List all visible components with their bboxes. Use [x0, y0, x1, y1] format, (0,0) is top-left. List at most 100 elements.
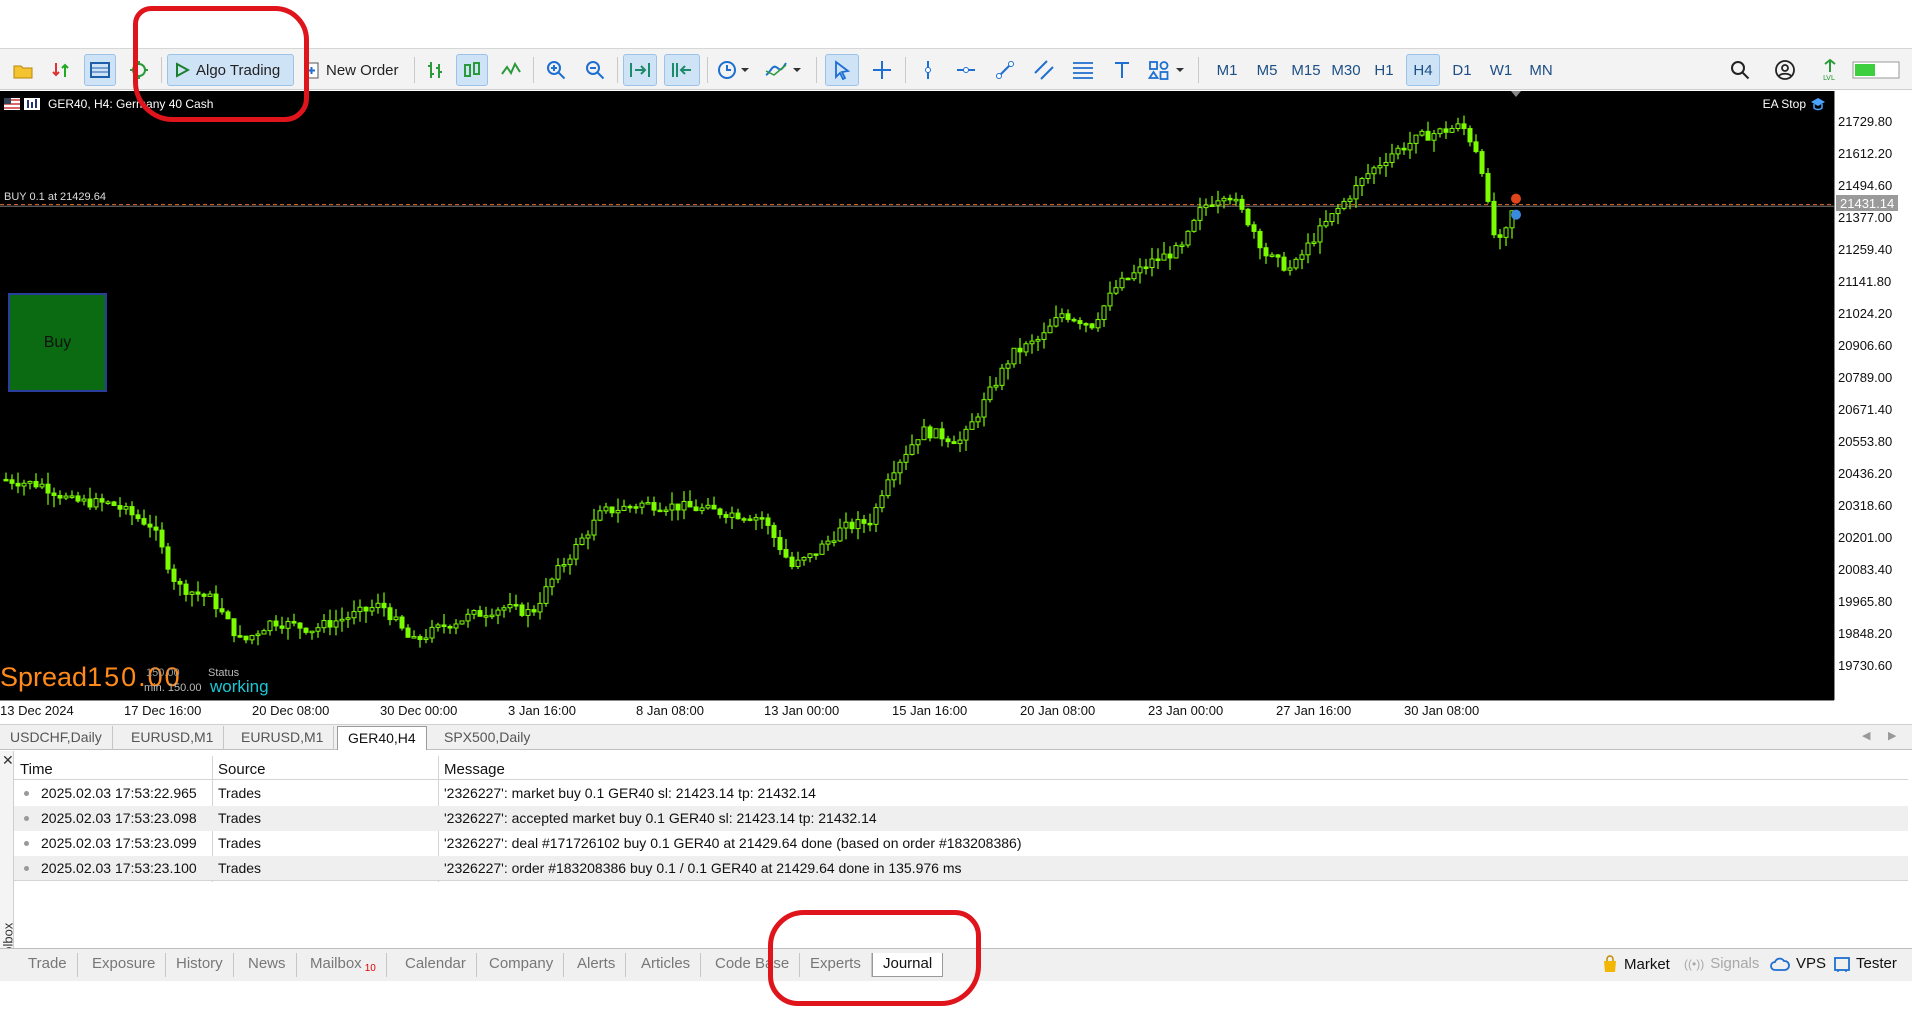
- horizontal-line-icon[interactable]: [951, 54, 981, 86]
- candle: [1113, 279, 1119, 295]
- fibonacci-icon[interactable]: [1068, 54, 1098, 86]
- cursor-tool-icon[interactable]: [825, 54, 859, 86]
- signal-strength-icon[interactable]: LVL: [1815, 54, 1845, 86]
- deal-marker-icon[interactable]: [1511, 209, 1521, 220]
- chart-tab-spx500-daily[interactable]: SPX500,Daily: [434, 726, 540, 750]
- candle: [45, 472, 51, 505]
- candle: [1179, 241, 1185, 254]
- chart-tab-eurusd-m1-2[interactable]: EURUSD,M1: [231, 726, 335, 750]
- status-value: working: [210, 677, 269, 696]
- log-dot-icon: [24, 866, 29, 871]
- chart-tab-ger40-h4[interactable]: GER40,H4: [337, 726, 427, 750]
- journal-row[interactable]: 2025.02.03 17:53:23.098 Trades '2326227'…: [14, 806, 1908, 831]
- journal-row[interactable]: 2025.02.03 17:53:23.099 Trades '2326227'…: [14, 831, 1908, 856]
- graduation-cap-icon: [1811, 98, 1825, 111]
- tab-news[interactable]: News: [238, 953, 297, 977]
- timeframe-h4[interactable]: H4: [1406, 54, 1440, 86]
- clock-icon: [718, 61, 749, 79]
- signals-button[interactable]: ((•)) Signals: [1684, 955, 1759, 972]
- price-label: 20083.40: [1838, 562, 1893, 577]
- time-label: 15 Jan 16:00: [892, 703, 968, 718]
- tab-alerts[interactable]: Alerts: [567, 953, 627, 977]
- column-header-source[interactable]: Source: [218, 761, 266, 778]
- candle: [369, 599, 375, 616]
- candle: [177, 578, 183, 596]
- timeframe-mn[interactable]: MN: [1522, 54, 1560, 86]
- timeframe-m30[interactable]: M30: [1327, 54, 1365, 86]
- line-chart-icon[interactable]: [496, 54, 526, 86]
- tab-history[interactable]: History: [166, 953, 234, 977]
- candle: [741, 516, 747, 523]
- zoom-out-icon[interactable]: [580, 54, 610, 86]
- trendline-icon[interactable]: [990, 54, 1020, 86]
- candle: [135, 509, 141, 522]
- candle: [153, 515, 159, 541]
- close-toolbox-icon[interactable]: ✕: [2, 752, 14, 769]
- tabs-scroll-right-icon[interactable]: ▶: [1888, 729, 1896, 742]
- timeframe-m15[interactable]: M15: [1287, 54, 1325, 86]
- autoscroll-icon[interactable]: [623, 54, 657, 86]
- candle: [1173, 242, 1179, 259]
- shapes-dropdown[interactable]: [1144, 54, 1190, 86]
- candle: [1497, 228, 1503, 250]
- candle: [81, 494, 87, 506]
- bar-chart-icon[interactable]: [420, 54, 450, 86]
- candle: [171, 564, 177, 590]
- candle: [1335, 204, 1341, 225]
- candle: [1395, 145, 1401, 160]
- periods-dropdown[interactable]: [712, 54, 754, 86]
- navigator-icon[interactable]: [84, 54, 116, 86]
- candle: [513, 594, 519, 611]
- crosshair-icon[interactable]: [867, 54, 897, 86]
- chart-shift-icon[interactable]: [664, 54, 700, 86]
- journal-row[interactable]: 2025.02.03 17:53:23.100 Trades '2326227'…: [14, 856, 1908, 881]
- candle: [633, 503, 639, 514]
- chart-shift-marker-icon[interactable]: [1511, 91, 1521, 97]
- timeframe-d1[interactable]: D1: [1446, 54, 1478, 86]
- journal-time: 2025.02.03 17:53:23.100: [41, 860, 197, 876]
- new-chart-icon[interactable]: [8, 54, 38, 86]
- tab-calendar[interactable]: Calendar: [395, 953, 477, 977]
- timeframe-m1[interactable]: M1: [1211, 54, 1243, 86]
- vertical-line-icon[interactable]: [913, 54, 943, 86]
- buy-button[interactable]: Buy: [8, 293, 107, 392]
- candle: [93, 492, 99, 510]
- timeframe-w1[interactable]: W1: [1484, 54, 1518, 86]
- indicators-dropdown[interactable]: [760, 54, 806, 86]
- text-tool-icon[interactable]: [1107, 54, 1137, 86]
- price-chart[interactable]: GER40, H4: Germany 40 Cash EA Stop BUY 0…: [0, 91, 1834, 700]
- journal-source: Trades: [218, 860, 262, 876]
- account-icon[interactable]: [1770, 54, 1800, 86]
- market-button[interactable]: Market: [1602, 955, 1670, 973]
- timeframe-h1[interactable]: H1: [1368, 54, 1400, 86]
- tab-company[interactable]: Company: [479, 953, 565, 977]
- new-order-button[interactable]: New Order: [300, 54, 408, 86]
- tester-button[interactable]: Tester: [1834, 955, 1897, 972]
- chart-tab-eurusd-m1[interactable]: EURUSD,M1: [121, 726, 225, 750]
- tabs-scroll-left-icon[interactable]: ◀: [1862, 729, 1870, 742]
- zoom-in-icon[interactable]: [541, 54, 571, 86]
- equidistant-channel-icon[interactable]: [1029, 54, 1059, 86]
- tab-articles[interactable]: Articles: [631, 953, 702, 977]
- tab-exposure[interactable]: Exposure: [82, 953, 167, 977]
- price-label: 19965.80: [1838, 594, 1893, 609]
- ea-status[interactable]: EA Stop: [1763, 97, 1826, 111]
- column-header-message[interactable]: Message: [444, 761, 505, 778]
- tab-trade[interactable]: Trade: [18, 953, 78, 977]
- candle: [1209, 196, 1215, 208]
- journal-row[interactable]: 2025.02.03 17:53:22.965 Trades '2326227'…: [14, 781, 1908, 806]
- vps-button[interactable]: VPS: [1770, 955, 1826, 972]
- price-label: 21729.80: [1838, 114, 1893, 129]
- column-header-time[interactable]: Time: [20, 761, 53, 778]
- candlestick-icon[interactable]: [456, 54, 488, 86]
- chart-tab-usdchf-daily[interactable]: USDCHF,Daily: [0, 726, 113, 750]
- search-icon[interactable]: [1725, 54, 1755, 86]
- order-marker-icon[interactable]: [1511, 193, 1521, 204]
- current-price: 21431.14: [1840, 196, 1895, 211]
- candle: [975, 413, 981, 429]
- timeframe-m5[interactable]: M5: [1250, 54, 1284, 86]
- tab-mailbox[interactable]: Mailbox 10: [300, 953, 387, 977]
- candle: [1245, 207, 1251, 227]
- candle: [1161, 242, 1167, 261]
- market-watch-icon[interactable]: [46, 54, 76, 86]
